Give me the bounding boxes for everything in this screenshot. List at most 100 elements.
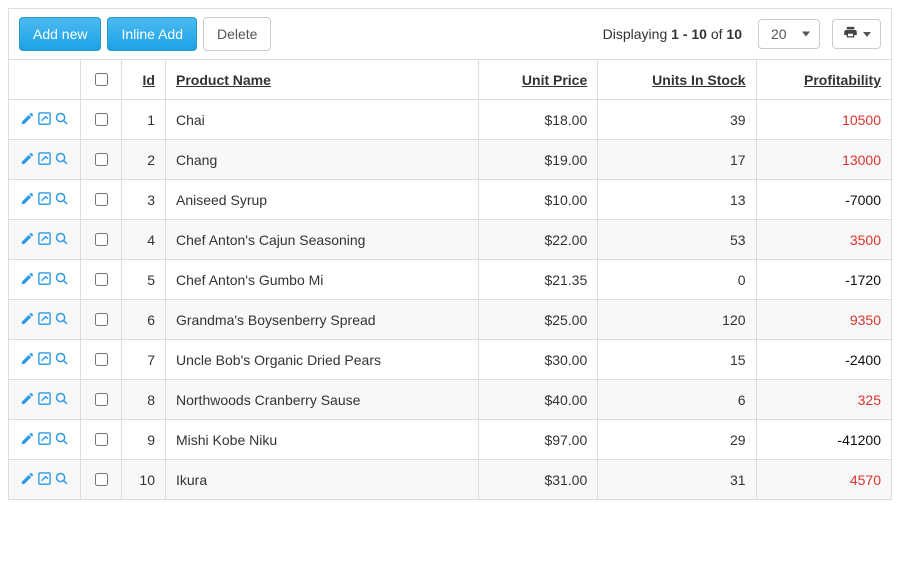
row-actions (9, 380, 81, 420)
row-check (81, 140, 122, 180)
edit-icon[interactable] (20, 391, 35, 406)
inline-edit-icon[interactable] (37, 431, 52, 446)
col-id[interactable]: Id (122, 60, 166, 100)
inline-edit-icon[interactable] (37, 191, 52, 206)
cell-price: $97.00 (478, 420, 598, 460)
inline-edit-icon[interactable] (37, 231, 52, 246)
inline-edit-icon[interactable] (37, 151, 52, 166)
view-icon[interactable] (54, 271, 69, 286)
edit-icon[interactable] (20, 431, 35, 446)
cell-name: Mishi Kobe Niku (166, 420, 479, 460)
cell-id: 1 (122, 100, 166, 140)
edit-icon[interactable] (20, 471, 35, 486)
cell-name: Chef Anton's Cajun Seasoning (166, 220, 479, 260)
inline-edit-icon[interactable] (37, 351, 52, 366)
view-icon[interactable] (54, 351, 69, 366)
cell-stock: 13 (598, 180, 756, 220)
edit-icon[interactable] (20, 311, 35, 326)
cell-name: Uncle Bob's Organic Dried Pears (166, 340, 479, 380)
row-checkbox[interactable] (95, 233, 108, 246)
col-price[interactable]: Unit Price (478, 60, 598, 100)
edit-icon[interactable] (20, 231, 35, 246)
table-row: 3Aniseed Syrup$10.0013-7000 (9, 180, 891, 220)
cell-name: Aniseed Syrup (166, 180, 479, 220)
add-new-button[interactable]: Add new (19, 17, 101, 51)
cell-id: 8 (122, 380, 166, 420)
row-checkbox[interactable] (95, 153, 108, 166)
cell-profitability: 325 (756, 380, 891, 420)
inline-edit-icon[interactable] (37, 271, 52, 286)
row-checkbox[interactable] (95, 433, 108, 446)
view-icon[interactable] (54, 391, 69, 406)
cell-id: 4 (122, 220, 166, 260)
cell-id: 2 (122, 140, 166, 180)
table-row: 5Chef Anton's Gumbo Mi$21.350-1720 (9, 260, 891, 300)
inline-edit-icon[interactable] (37, 311, 52, 326)
cell-stock: 39 (598, 100, 756, 140)
view-icon[interactable] (54, 431, 69, 446)
cell-stock: 29 (598, 420, 756, 460)
row-actions (9, 100, 81, 140)
row-checkbox[interactable] (95, 313, 108, 326)
cell-stock: 0 (598, 260, 756, 300)
cell-id: 10 (122, 460, 166, 500)
row-check (81, 300, 122, 340)
view-icon[interactable] (54, 471, 69, 486)
col-stock[interactable]: Units In Stock (598, 60, 756, 100)
cell-name: Chai (166, 100, 479, 140)
table-row: 7Uncle Bob's Organic Dried Pears$30.0015… (9, 340, 891, 380)
view-icon[interactable] (54, 231, 69, 246)
products-table: Id Product Name Unit Price Units In Stoc… (9, 59, 891, 499)
row-actions (9, 420, 81, 460)
row-actions (9, 260, 81, 300)
cell-id: 5 (122, 260, 166, 300)
row-checkbox[interactable] (95, 393, 108, 406)
cell-price: $30.00 (478, 340, 598, 380)
inline-edit-icon[interactable] (37, 111, 52, 126)
cell-price: $25.00 (478, 300, 598, 340)
row-actions (9, 460, 81, 500)
table-row: 6Grandma's Boysenberry Spread$25.0012093… (9, 300, 891, 340)
row-checkbox[interactable] (95, 353, 108, 366)
row-checkbox[interactable] (95, 193, 108, 206)
row-checkbox[interactable] (95, 473, 108, 486)
toolbar: Add new Inline Add Delete Displaying 1 -… (9, 9, 891, 59)
cell-name: Chang (166, 140, 479, 180)
edit-icon[interactable] (20, 151, 35, 166)
edit-icon[interactable] (20, 111, 35, 126)
inline-add-button[interactable]: Inline Add (107, 17, 197, 51)
row-check (81, 260, 122, 300)
cell-profitability: 10500 (756, 100, 891, 140)
row-actions (9, 180, 81, 220)
view-icon[interactable] (54, 151, 69, 166)
view-icon[interactable] (54, 111, 69, 126)
view-icon[interactable] (54, 191, 69, 206)
cell-profitability: 4570 (756, 460, 891, 500)
inline-edit-icon[interactable] (37, 471, 52, 486)
page-size-select[interactable]: 20 (758, 19, 820, 49)
row-checkbox[interactable] (95, 273, 108, 286)
row-checkbox[interactable] (95, 113, 108, 126)
select-all-checkbox[interactable] (95, 73, 108, 86)
cell-stock: 17 (598, 140, 756, 180)
edit-icon[interactable] (20, 351, 35, 366)
edit-icon[interactable] (20, 191, 35, 206)
view-icon[interactable] (54, 311, 69, 326)
row-check (81, 340, 122, 380)
cell-profitability: -7000 (756, 180, 891, 220)
delete-button[interactable]: Delete (203, 17, 271, 51)
cell-stock: 120 (598, 300, 756, 340)
inline-edit-icon[interactable] (37, 391, 52, 406)
cell-price: $10.00 (478, 180, 598, 220)
cell-id: 6 (122, 300, 166, 340)
cell-price: $40.00 (478, 380, 598, 420)
cell-stock: 6 (598, 380, 756, 420)
cell-id: 3 (122, 180, 166, 220)
edit-icon[interactable] (20, 271, 35, 286)
cell-stock: 53 (598, 220, 756, 260)
print-button[interactable] (832, 19, 881, 49)
table-row: 10Ikura$31.00314570 (9, 460, 891, 500)
cell-name: Ikura (166, 460, 479, 500)
col-name[interactable]: Product Name (166, 60, 479, 100)
col-profit[interactable]: Profitability (756, 60, 891, 100)
